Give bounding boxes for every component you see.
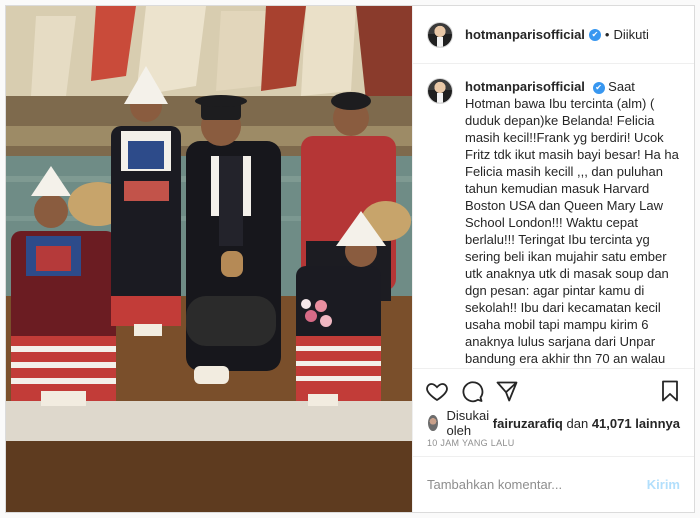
- likes-line: Disukai oleh fairuzarafiq dan 41,071 lai…: [413, 408, 694, 438]
- likes-suffix[interactable]: lainnya: [635, 416, 680, 431]
- verified-badge-icon: ✔: [588, 28, 601, 41]
- post-header: hotmanparisofficial ✔ • Diikuti: [413, 6, 694, 64]
- paper-plane-icon[interactable]: [495, 379, 519, 403]
- comment-input[interactable]: Tambahkan komentar...: [427, 477, 647, 492]
- caption: hotmanparisofficial ✔ Saat Hotman bawa I…: [465, 78, 680, 368]
- instagram-post: hotmanparisofficial ✔ • Diikuti hotmanpa…: [5, 5, 695, 513]
- action-bar: [413, 368, 694, 412]
- heart-icon[interactable]: [425, 379, 449, 403]
- post-sidebar: hotmanparisofficial ✔ • Diikuti hotmanpa…: [412, 6, 694, 512]
- separator-dot: •: [604, 27, 610, 42]
- likes-count[interactable]: 41,071: [592, 416, 632, 431]
- caption-verified-badge-icon: ✔: [592, 81, 605, 94]
- post-photo[interactable]: [6, 6, 412, 512]
- header-username[interactable]: hotmanparisofficial: [465, 27, 585, 42]
- avatar[interactable]: [427, 21, 453, 48]
- post-comment-button[interactable]: Kirim: [647, 477, 680, 492]
- caption-username[interactable]: hotmanparisofficial: [465, 79, 585, 94]
- caption-avatar[interactable]: [427, 78, 453, 104]
- comment-box: Tambahkan komentar... Kirim: [413, 456, 694, 512]
- likes-connector: dan: [566, 415, 589, 431]
- liker-avatar[interactable]: [427, 414, 439, 432]
- comment-icon[interactable]: [460, 379, 484, 403]
- caption-text: Saat Hotman bawa Ibu tercinta (alm) ( du…: [465, 79, 679, 366]
- caption-area: hotmanparisofficial ✔ Saat Hotman bawa I…: [413, 64, 694, 368]
- post-timestamp[interactable]: 10 JAM YANG LALU: [413, 434, 694, 456]
- family-photo-illustration: [6, 6, 412, 512]
- liker-username[interactable]: fairuzarafiq: [493, 416, 563, 431]
- follow-status-button[interactable]: Diikuti: [613, 27, 648, 42]
- bookmark-icon[interactable]: [658, 379, 682, 403]
